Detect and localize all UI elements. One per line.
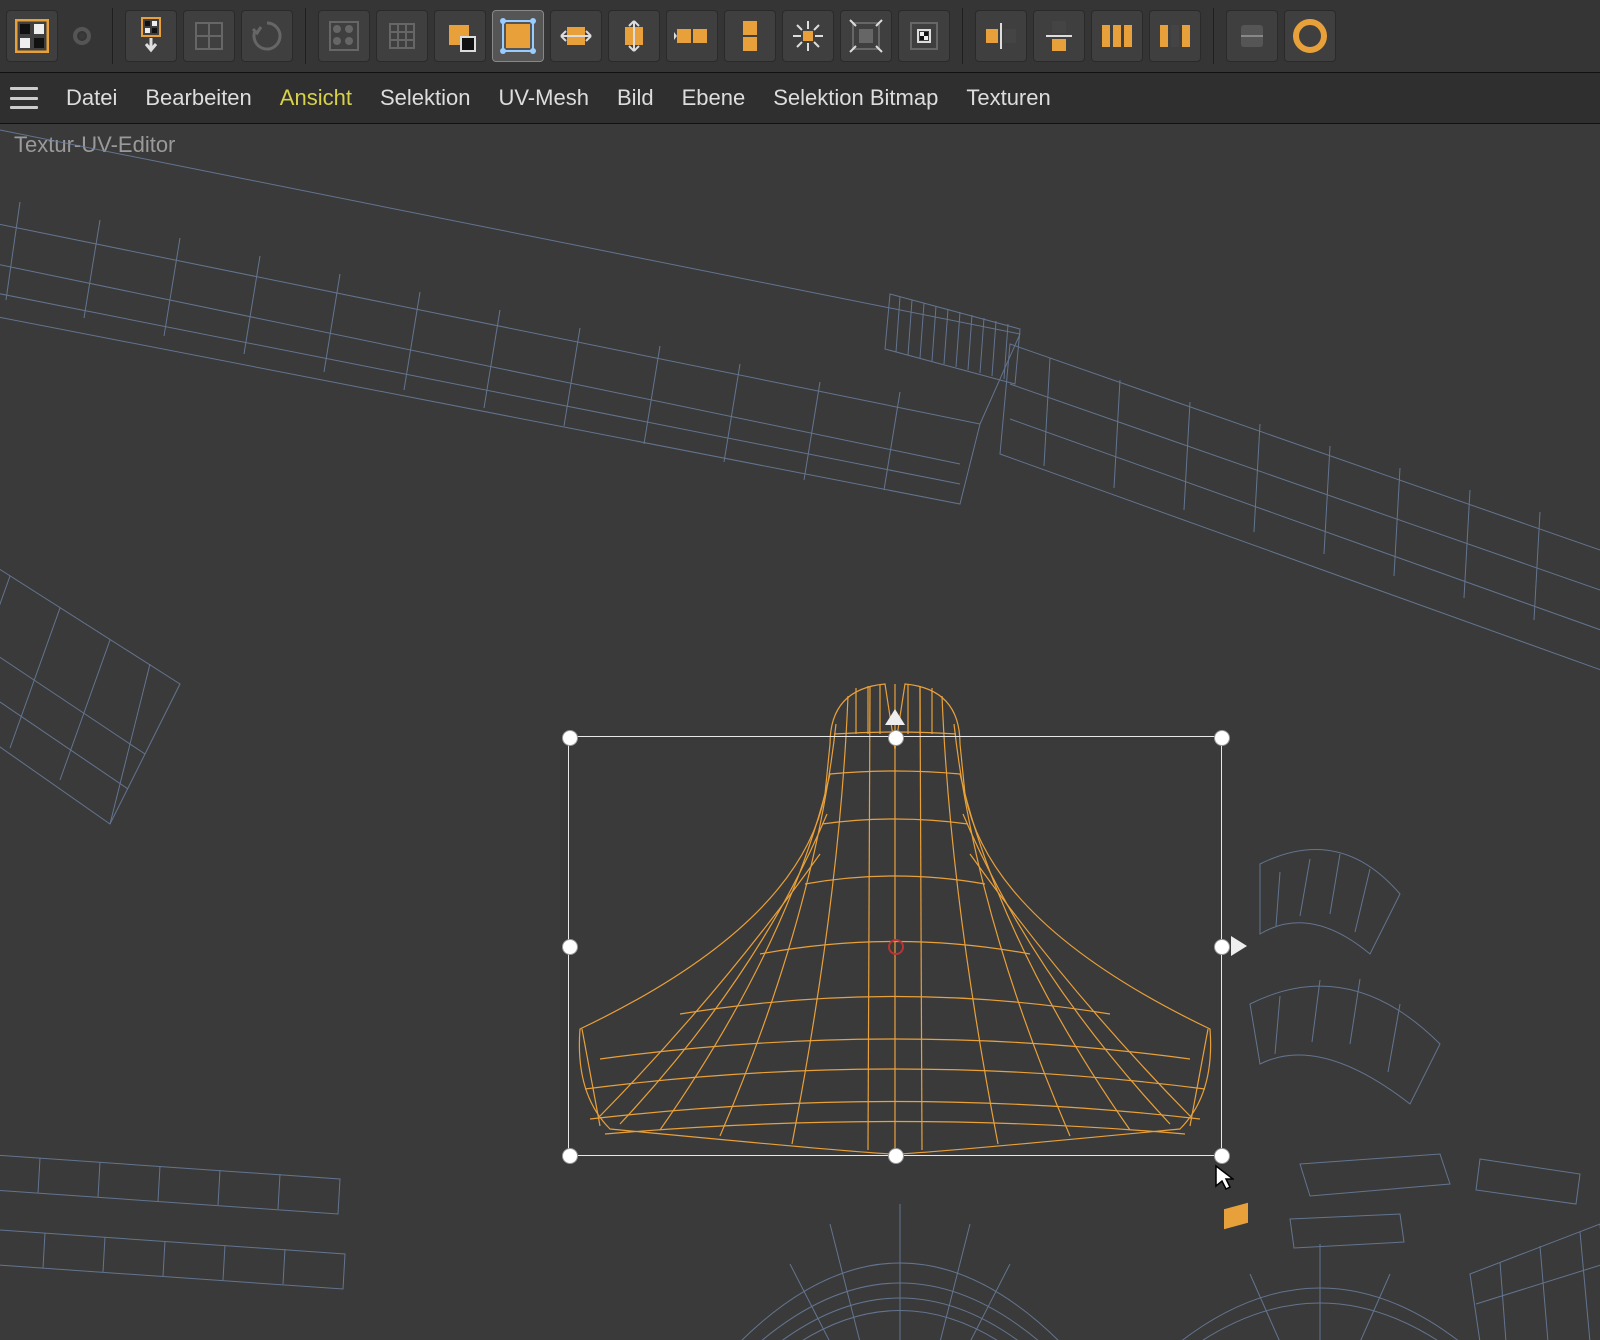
transform-icon[interactable] xyxy=(492,10,544,62)
flip-h-icon[interactable] xyxy=(666,10,718,62)
cursor-icon xyxy=(1214,1164,1234,1196)
menu-selektion-bitmap[interactable]: Selektion Bitmap xyxy=(773,85,938,111)
mirror-h-icon[interactable] xyxy=(975,10,1027,62)
distribute-h-icon[interactable] xyxy=(1091,10,1143,62)
scale-y-icon[interactable] xyxy=(608,10,660,62)
distribute-v-icon[interactable] xyxy=(1149,10,1201,62)
menu-ansicht[interactable]: Ansicht xyxy=(280,85,352,111)
lasso-icon[interactable] xyxy=(1226,10,1278,62)
menu-selektion[interactable]: Selektion xyxy=(380,85,471,111)
toolbar-group-unwrap xyxy=(125,10,293,62)
scale-x-icon[interactable] xyxy=(550,10,602,62)
toolbar-group-tools xyxy=(1226,10,1336,62)
menubar: Datei Bearbeiten Ansicht Selektion UV-Me… xyxy=(0,73,1600,124)
hamburger-icon[interactable] xyxy=(10,87,38,109)
uv-wireframe xyxy=(0,124,1600,1340)
gear-icon[interactable] xyxy=(64,11,100,61)
cut-seam-icon[interactable] xyxy=(183,10,235,62)
toolbar xyxy=(0,0,1600,73)
menu-uvmesh[interactable]: UV-Mesh xyxy=(498,85,588,111)
pack-icon[interactable] xyxy=(318,10,370,62)
frame-all-icon[interactable] xyxy=(840,10,892,62)
toolbar-group-mode xyxy=(6,10,100,62)
align-x-icon[interactable] xyxy=(434,10,486,62)
menu-ebene[interactable]: Ebene xyxy=(682,85,746,111)
menu-bild[interactable]: Bild xyxy=(617,85,654,111)
uv-viewport[interactable]: Textur-UV-Editor xyxy=(0,124,1600,1340)
menu-datei[interactable]: Datei xyxy=(66,85,117,111)
toolbar-group-arrange xyxy=(318,10,950,62)
selected-uv-island xyxy=(579,684,1210,1154)
project-down-icon[interactable] xyxy=(125,10,177,62)
frame-sel-icon[interactable] xyxy=(898,10,950,62)
grid-icon[interactable] xyxy=(376,10,428,62)
menu-bearbeiten[interactable]: Bearbeiten xyxy=(145,85,251,111)
toolbar-group-mirror xyxy=(975,10,1201,62)
flip-v-icon[interactable] xyxy=(724,10,776,62)
uv-checker-icon[interactable] xyxy=(6,10,58,62)
mirror-v-icon[interactable] xyxy=(1033,10,1085,62)
recycle-icon[interactable] xyxy=(241,10,293,62)
explode-icon[interactable] xyxy=(782,10,834,62)
ring-icon[interactable] xyxy=(1284,10,1336,62)
menu-texturen[interactable]: Texturen xyxy=(966,85,1050,111)
